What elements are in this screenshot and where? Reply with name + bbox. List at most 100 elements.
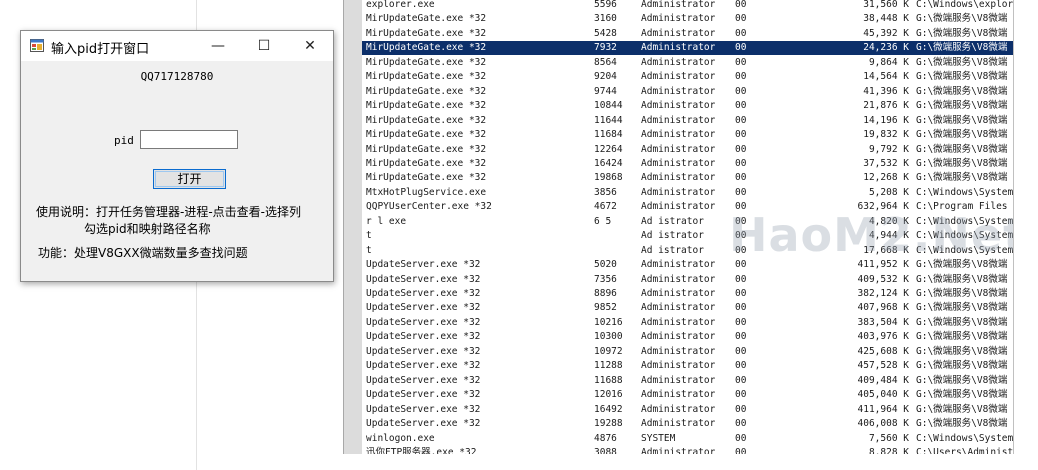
process-row[interactable]: 迅你FTP服务器.exe *32 3088 Administrator 00 8,828… (362, 446, 1014, 454)
process-row[interactable]: t Ad istrator 00 17,668 K C:\Windows\System3 (362, 244, 1014, 258)
process-name: winlogon.exe (366, 432, 435, 444)
process-memory: 407,968 K (857, 302, 909, 314)
process-row[interactable]: winlogon.exe 4876 SYSTEM 00 7,560 K C:\Window… (362, 432, 1014, 446)
process-row[interactable]: explorer.exe 5596 Administrator 00 31,560 K C… (362, 0, 1014, 12)
process-name: MirUpdateGate.exe *32 (366, 85, 487, 97)
process-cpu: 00 (735, 129, 747, 141)
process-pid: 11288 (594, 360, 623, 372)
process-row[interactable]: UpdateServer.exe *32 9852 Administrator 00 4… (362, 301, 1014, 315)
open-button[interactable]: 打开 (153, 169, 226, 189)
process-name: UpdateServer.exe *32 (366, 389, 481, 401)
process-row[interactable]: UpdateServer.exe *32 12016 Administrator 00… (362, 388, 1014, 402)
process-row[interactable]: UpdateServer.exe *32 11288 Administrator 00… (362, 359, 1014, 373)
process-memory: 21,876 K (863, 100, 909, 112)
process-path: G:\微端服务\V8微端 (916, 316, 1008, 328)
process-row[interactable]: r l exe 6 5 Ad istrator 00 4,820 K C:\Windows… (362, 215, 1014, 229)
process-cpu: 00 (735, 56, 747, 68)
process-memory: 405,040 K (857, 389, 909, 401)
pid-dialog-window: 输入pid打开窗口 — ☐ ✕ QQ717128780 pid 打开 使用说明：… (20, 30, 334, 282)
process-pid: 4672 (594, 201, 617, 213)
process-user: Administrator (641, 13, 716, 25)
list-right-border (1013, 0, 1014, 454)
process-cpu: 00 (735, 446, 747, 454)
process-row[interactable]: MirUpdateGate.exe *32 10844 Administrator 0… (362, 99, 1014, 113)
process-row[interactable]: UpdateServer.exe *32 10972 Administrator 00… (362, 345, 1014, 359)
process-user: Administrator (641, 27, 716, 39)
process-cpu: 00 (735, 345, 747, 357)
process-name: MirUpdateGate.exe *32 (366, 143, 487, 155)
process-cpu: 00 (735, 389, 747, 401)
process-row[interactable]: MirUpdateGate.exe *32 9204 Administrator 00… (362, 70, 1014, 84)
process-row[interactable]: t Ad istrator 00 4,944 K C:\Windows\System3 (362, 229, 1014, 243)
process-memory: 31,560 K (863, 0, 909, 10)
process-path: C:\Windows\System3 (916, 230, 1014, 242)
process-row[interactable]: MtxHotPlugService.exe 3856 Administrator 00… (362, 186, 1014, 200)
process-cpu: 00 (735, 201, 747, 213)
process-path: C:\Windows\System3 (916, 186, 1014, 198)
minimize-button[interactable]: — (195, 31, 241, 61)
process-memory: 383,504 K (857, 316, 909, 328)
process-row[interactable]: MirUpdateGate.exe *32 8564 Administrator 00… (362, 56, 1014, 70)
process-row[interactable]: MirUpdateGate.exe *32 19868 Administrator 0… (362, 171, 1014, 185)
function-description: 功能：处理V8GXX微端数量多查找问题 (38, 246, 248, 260)
process-row[interactable]: UpdateServer.exe *32 5020 Administrator 00 4… (362, 258, 1014, 272)
process-name: UpdateServer.exe *32 (366, 302, 481, 314)
process-cpu: 00 (735, 316, 747, 328)
close-button[interactable]: ✕ (287, 31, 333, 61)
process-row[interactable]: UpdateServer.exe *32 10300 Administrator 00… (362, 330, 1014, 344)
process-path: C:\Windows\System3 (916, 432, 1014, 444)
process-user: Administrator (641, 360, 716, 372)
process-path: G:\微端服务\V8微端 (916, 360, 1008, 372)
process-row[interactable]: MirUpdateGate.exe *32 9744 Administrator 00… (362, 85, 1014, 99)
process-cpu: 00 (735, 273, 747, 285)
process-row[interactable]: UpdateServer.exe *32 7356 Administrator 00 4… (362, 273, 1014, 287)
maximize-button[interactable]: ☐ (241, 31, 287, 61)
process-row[interactable]: QQPYUserCenter.exe *32 4672 Administrator 0… (362, 200, 1014, 214)
process-path: G:\微端服务\V8微端 (916, 418, 1008, 430)
process-path: G:\微端服务\V8微端 (916, 114, 1008, 126)
process-name: UpdateServer.exe *32 (366, 331, 481, 343)
process-row[interactable]: MirUpdateGate.exe *32 16424 Administrator 0… (362, 157, 1014, 171)
process-row[interactable]: MirUpdateGate.exe *32 5428 Administrator 00… (362, 27, 1014, 41)
process-row[interactable]: UpdateServer.exe *32 8896 Administrator 00 3… (362, 287, 1014, 301)
process-cpu: 00 (735, 215, 747, 227)
process-row[interactable]: UpdateServer.exe *32 10216 Administrator 00… (362, 316, 1014, 330)
process-memory: 19,832 K (863, 129, 909, 141)
process-row[interactable]: MirUpdateGate.exe *32 7932 Administrator 00… (362, 41, 1014, 56)
process-path: C:\Windows\System3 (916, 215, 1014, 227)
process-user: Administrator (641, 273, 716, 285)
process-row[interactable]: MirUpdateGate.exe *32 12264 Administrator 0… (362, 143, 1014, 157)
process-row[interactable]: MirUpdateGate.exe *32 3160 Administrator 00… (362, 12, 1014, 26)
title-bar[interactable]: 输入pid打开窗口 — ☐ ✕ (21, 31, 333, 61)
process-pid: 19288 (594, 418, 623, 430)
process-row[interactable]: MirUpdateGate.exe *32 11644 Administrator 0… (362, 114, 1014, 128)
process-name: MirUpdateGate.exe *32 (366, 129, 487, 141)
process-path: G:\微端服务\V8微端 (916, 56, 1008, 68)
process-row[interactable]: UpdateServer.exe *32 16492 Administrator 00… (362, 403, 1014, 417)
process-user: Administrator (641, 302, 716, 314)
process-path: G:\微端服务\V8微端 (916, 273, 1008, 285)
process-name: MirUpdateGate.exe *32 (366, 100, 487, 112)
process-name: UpdateServer.exe *32 (366, 316, 481, 328)
process-memory: 409,484 K (857, 374, 909, 386)
process-list[interactable]: explorer.exe 5596 Administrator 00 31,560 K C… (343, 0, 1014, 454)
process-row[interactable]: MirUpdateGate.exe *32 11684 Administrator 0… (362, 128, 1014, 142)
process-user: Administrator (641, 129, 716, 141)
process-path: C:\Program Files (916, 201, 1008, 213)
process-memory: 24,236 K (863, 42, 909, 54)
process-pid: 5596 (594, 0, 617, 10)
process-pid: 9744 (594, 85, 617, 97)
process-name: MirUpdateGate.exe *32 (366, 27, 487, 39)
process-row[interactable]: UpdateServer.exe *32 19288 Administrator 00… (362, 417, 1014, 431)
pid-input[interactable] (140, 130, 238, 149)
process-name: UpdateServer.exe *32 (366, 288, 481, 299)
process-pid: 5020 (594, 259, 617, 271)
process-pid: 12016 (594, 389, 623, 401)
process-cpu: 00 (735, 13, 747, 25)
process-pid: 12264 (594, 143, 623, 155)
process-row[interactable]: UpdateServer.exe *32 11688 Administrator 00… (362, 374, 1014, 388)
process-path: G:\微端服务\V8微端 (916, 345, 1008, 357)
process-path: G:\微端服务\V8微端 (916, 374, 1008, 386)
process-pid: 3088 (594, 446, 617, 454)
process-name: UpdateServer.exe *32 (366, 360, 481, 372)
